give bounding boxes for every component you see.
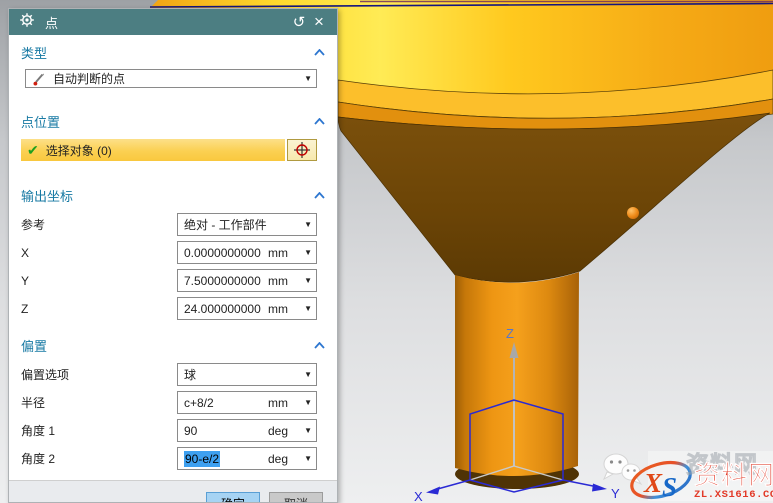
x-axis-label: X [414, 489, 423, 503]
z-coord-label: Z [21, 302, 177, 316]
dropdown-arrow-icon[interactable]: ▼ [298, 248, 312, 257]
point-dialog-button[interactable] [287, 139, 317, 161]
angle1-field[interactable]: 90 deg ▼ [177, 419, 317, 442]
point-location-header-label: 点位置 [21, 112, 60, 131]
y-coord-label: Y [21, 274, 177, 288]
y-coord-value: 7.5000000000 [184, 274, 264, 288]
screw-shank [455, 272, 579, 476]
watermark-site-name: 资料网 [694, 460, 773, 490]
reference-label: 参考 [21, 216, 177, 233]
select-object-row[interactable]: ✔ 选择对象 (0) [21, 139, 285, 161]
collapse-chevron-icon[interactable] [314, 118, 325, 125]
reset-icon[interactable]: ↺ [289, 13, 309, 31]
dropdown-arrow-icon[interactable]: ▼ [298, 276, 312, 285]
z-coord-field[interactable]: 24.000000000 mm ▼ [177, 297, 317, 320]
crosshair-icon [292, 140, 312, 160]
z-coord-value: 24.000000000 [184, 302, 264, 316]
collapse-chevron-icon[interactable] [314, 49, 325, 56]
dropdown-arrow-icon[interactable]: ▼ [298, 454, 312, 463]
inferred-point-icon [32, 72, 46, 86]
angle2-field[interactable]: 90-e/2 deg ▼ [177, 447, 317, 470]
reference-value: 绝对 - 工作部件 [184, 216, 298, 233]
angle2-label: 角度 2 [21, 450, 177, 467]
radius-unit: mm [268, 396, 288, 410]
cancel-button[interactable]: 取消 [269, 492, 323, 502]
dropdown-arrow-icon[interactable]: ▼ [298, 220, 312, 229]
watermark-site-url: ZL.XS1616.COM [694, 489, 773, 501]
reference-dropdown[interactable]: 绝对 - 工作部件 ▼ [177, 213, 317, 236]
angle1-label: 角度 1 [21, 422, 177, 439]
x-coord-label: X [21, 246, 177, 260]
radius-value: c+8/2 [184, 396, 264, 410]
y-coord-field[interactable]: 7.5000000000 mm ▼ [177, 269, 317, 292]
offset-option-value: 球 [184, 366, 298, 383]
collapse-chevron-icon[interactable] [314, 342, 325, 349]
x-coord-unit: mm [268, 246, 288, 260]
type-header-label: 类型 [21, 43, 47, 62]
dropdown-arrow-icon[interactable]: ▼ [298, 370, 312, 379]
section-header-output-coords[interactable]: 输出坐标 [9, 178, 337, 209]
dropdown-arrow-icon[interactable]: ▼ [298, 304, 312, 313]
radius-field[interactable]: c+8/2 mm ▼ [177, 391, 317, 414]
offset-option-dropdown[interactable]: 球 ▼ [177, 363, 317, 386]
y-axis-label: Y [611, 486, 620, 501]
z-axis-label: Z [506, 326, 514, 341]
select-object-label: 选择对象 (0) [46, 142, 112, 159]
point-dialog: 点 ↺ × 类型 自动判断的点 ▼ 点位置 [8, 8, 338, 503]
logo-letter-x: X [643, 468, 663, 498]
point-type-dropdown[interactable]: 自动判断的点 ▼ [25, 69, 317, 88]
section-header-offset[interactable]: 偏置 [9, 328, 337, 359]
z-coord-unit: mm [268, 302, 288, 316]
y-coord-unit: mm [268, 274, 288, 288]
section-header-point-location[interactable]: 点位置 [9, 104, 337, 135]
dialog-title: 点 [45, 13, 289, 32]
dropdown-arrow-icon[interactable]: ▼ [298, 426, 312, 435]
angle1-unit: deg [268, 424, 288, 438]
radius-label: 半径 [21, 394, 177, 411]
dialog-footer: 确定 取消 [9, 480, 337, 502]
x-coord-value: 0.0000000000 [184, 246, 264, 260]
dropdown-arrow-icon[interactable]: ▼ [298, 74, 312, 83]
point-type-value: 自动判断的点 [53, 70, 298, 87]
collapse-chevron-icon[interactable] [314, 192, 325, 199]
offset-header-label: 偏置 [21, 336, 47, 355]
logo-letter-s: S [662, 472, 677, 502]
dialog-title-bar[interactable]: 点 ↺ × [9, 9, 337, 35]
angle2-value-selected: 90-e/2 [184, 451, 220, 467]
section-header-type[interactable]: 类型 [9, 35, 337, 66]
check-icon: ✔ [27, 142, 39, 159]
output-coords-header-label: 输出坐标 [21, 186, 73, 205]
x-coord-field[interactable]: 0.0000000000 mm ▼ [177, 241, 317, 264]
dropdown-arrow-icon[interactable]: ▼ [298, 398, 312, 407]
close-icon[interactable]: × [309, 12, 329, 32]
ok-button[interactable]: 确定 [206, 492, 260, 502]
point-preview-sphere [627, 207, 639, 219]
offset-option-label: 偏置选项 [21, 366, 177, 383]
angle1-value: 90 [184, 424, 264, 438]
angle2-unit: deg [268, 452, 288, 466]
gear-icon [17, 12, 37, 32]
